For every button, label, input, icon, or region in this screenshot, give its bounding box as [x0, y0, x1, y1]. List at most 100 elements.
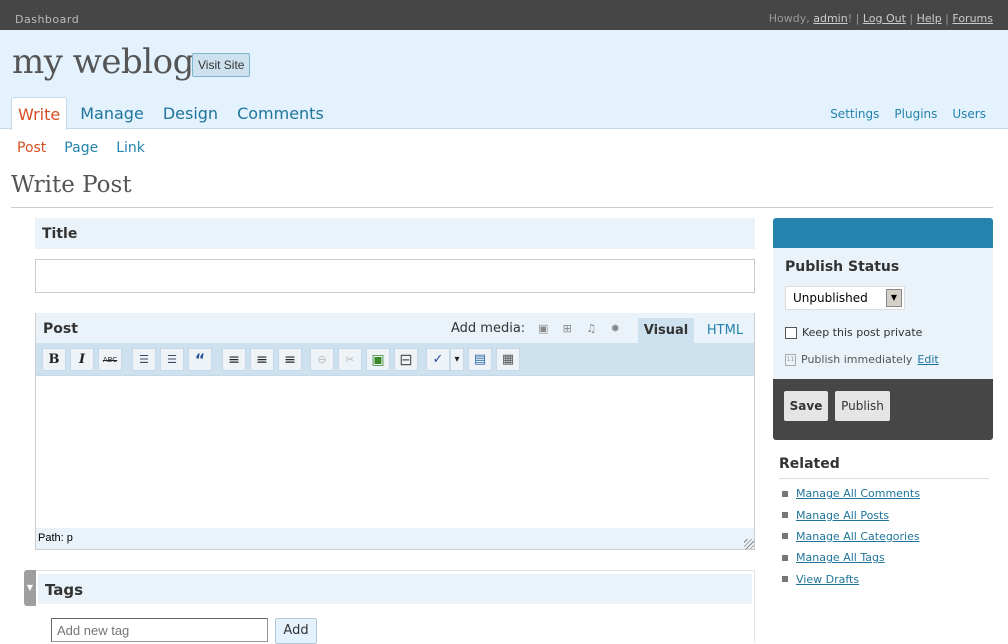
list-item: View Drafts — [779, 569, 989, 590]
bold-button[interactable]: B — [42, 348, 66, 371]
bullet-icon — [782, 576, 788, 583]
tab-visual[interactable]: Visual — [638, 318, 694, 343]
fullscreen-button[interactable]: ▤ — [468, 348, 492, 371]
spellcheck-icon: ✓ — [432, 352, 444, 367]
calendar-icon: 11 — [785, 353, 796, 366]
tab-manage[interactable]: Manage — [74, 97, 150, 129]
italic-button[interactable]: I — [70, 348, 94, 371]
tab-html[interactable]: HTML — [700, 318, 750, 343]
user-profile-link[interactable]: admin — [813, 12, 847, 25]
align-right-button[interactable]: ≡ — [278, 348, 302, 371]
new-tag-input[interactable] — [51, 618, 268, 642]
align-left-button[interactable]: ≡ — [222, 348, 246, 371]
subtab-page[interactable]: Page — [64, 140, 98, 156]
spellcheck-dropdown[interactable]: ▾ — [450, 348, 464, 371]
add-media-label: Add media: — [451, 321, 526, 336]
more-tag-button[interactable]: ⊟ — [394, 348, 418, 371]
insert-image-button[interactable]: ▣ — [366, 348, 390, 371]
tags-toggle[interactable]: ▼ — [24, 570, 36, 606]
title-divider — [11, 207, 993, 208]
link-button[interactable]: ⊖ — [310, 348, 334, 371]
bullet-list-button[interactable]: ☰ — [132, 348, 156, 371]
list-item: Manage All Posts — [779, 504, 989, 525]
admin-top-bar: Dashboard Howdy, admin! | Log Out | Help… — [0, 0, 1008, 30]
post-editor-box: Post Add media: ▣ ⊞ ♫ ✹ Visual HTML B I … — [35, 313, 755, 550]
forums-link[interactable]: Forums — [952, 12, 993, 25]
bullet-icon — [782, 490, 788, 497]
list-item: Manage All Tags — [779, 547, 989, 568]
add-audio-icon[interactable]: ♫ — [585, 323, 597, 334]
tags-label: Tags — [38, 574, 752, 604]
add-media-icon[interactable]: ✹ — [609, 323, 621, 334]
bullet-icon — [782, 512, 788, 519]
publish-actions: Save Publish — [773, 379, 993, 440]
publish-box: Publish Status Unpublished ▼ Keep this p… — [773, 218, 993, 440]
tab-write[interactable]: Write — [11, 97, 68, 130]
howdy-text: Howdy, — [768, 12, 814, 25]
help-link[interactable]: Help — [917, 12, 942, 25]
strikethrough-button[interactable]: ABC — [98, 348, 122, 371]
bold-icon: B — [48, 352, 60, 367]
side-nav: Settings Plugins Users — [830, 107, 986, 121]
dashboard-link[interactable]: Dashboard — [15, 13, 79, 26]
keep-private-checkbox[interactable] — [785, 326, 797, 339]
add-image-icon[interactable]: ▣ — [537, 323, 549, 334]
related-link-manage-comments[interactable]: Manage All Comments — [796, 483, 920, 504]
keep-private-option[interactable]: Keep this post private — [785, 326, 922, 339]
tab-plugins[interactable]: Plugins — [894, 107, 937, 121]
related-link-manage-tags[interactable]: Manage All Tags — [796, 547, 885, 568]
strikethrough-icon: ABC — [102, 355, 118, 364]
list-item: Manage All Comments — [779, 483, 989, 504]
related-link-manage-categories[interactable]: Manage All Categories — [796, 526, 920, 547]
bullet-list-icon: ☰ — [139, 353, 149, 366]
howdy-suffix: ! — [847, 12, 853, 25]
user-links: Howdy, admin! | Log Out | Help | Forums — [768, 12, 993, 25]
unlink-button[interactable]: ✂ — [338, 348, 362, 371]
insert-image-icon: ▣ — [371, 351, 385, 368]
publish-status-title: Publish Status — [785, 259, 900, 275]
align-left-icon: ≡ — [228, 351, 240, 368]
add-video-icon[interactable]: ⊞ — [561, 323, 573, 334]
tab-users[interactable]: Users — [952, 107, 986, 121]
keep-private-label: Keep this post private — [802, 326, 923, 339]
blockquote-button[interactable]: “ — [188, 348, 212, 371]
align-center-icon: ≡ — [256, 351, 268, 368]
logout-link[interactable]: Log Out — [863, 12, 906, 25]
link-icon: ⊖ — [317, 353, 327, 366]
tab-design[interactable]: Design — [157, 97, 224, 129]
blockquote-icon: “ — [194, 350, 206, 369]
sub-nav: Post Page Link — [17, 140, 145, 156]
related-link-manage-posts[interactable]: Manage All Posts — [796, 505, 889, 526]
title-label: Title — [35, 218, 755, 249]
post-content-editor[interactable] — [36, 376, 754, 528]
add-tag-button[interactable]: Add — [275, 618, 317, 644]
post-label: Post — [43, 321, 78, 337]
resize-handle[interactable] — [744, 539, 754, 549]
list-item: Manage All Categories — [779, 526, 989, 547]
publish-timing: 11 Publish immediately Edit — [785, 353, 939, 366]
bullet-icon — [782, 533, 788, 540]
edit-timestamp-link[interactable]: Edit — [917, 353, 938, 366]
subtab-link[interactable]: Link — [116, 140, 145, 156]
tab-comments[interactable]: Comments — [231, 97, 330, 129]
related-link-view-drafts[interactable]: View Drafts — [796, 569, 859, 590]
publish-box-header — [773, 218, 993, 248]
save-button[interactable]: Save — [784, 391, 828, 421]
collapse-arrow-icon: ▼ — [26, 583, 34, 592]
kitchen-sink-button[interactable]: ▦ — [496, 348, 520, 371]
title-input[interactable] — [35, 259, 755, 293]
chevron-down-icon: ▼ — [886, 289, 902, 307]
numbered-list-button[interactable]: ☰ — [160, 348, 184, 371]
spellcheck-button[interactable]: ✓ — [426, 348, 450, 371]
tags-box: Tags Add — [36, 570, 755, 644]
related-box: Related Manage All Comments Manage All P… — [779, 456, 989, 590]
related-title: Related — [779, 456, 989, 479]
page-title: Write Post — [11, 172, 132, 198]
subtab-post[interactable]: Post — [17, 140, 46, 156]
main-nav: Write Manage Design Comments — [11, 97, 337, 130]
tab-settings[interactable]: Settings — [830, 107, 879, 121]
publish-button[interactable]: Publish — [835, 391, 890, 421]
align-center-button[interactable]: ≡ — [250, 348, 274, 371]
visit-site-button[interactable]: Visit Site — [192, 53, 251, 77]
publish-status-select[interactable]: Unpublished ▼ — [785, 286, 905, 310]
